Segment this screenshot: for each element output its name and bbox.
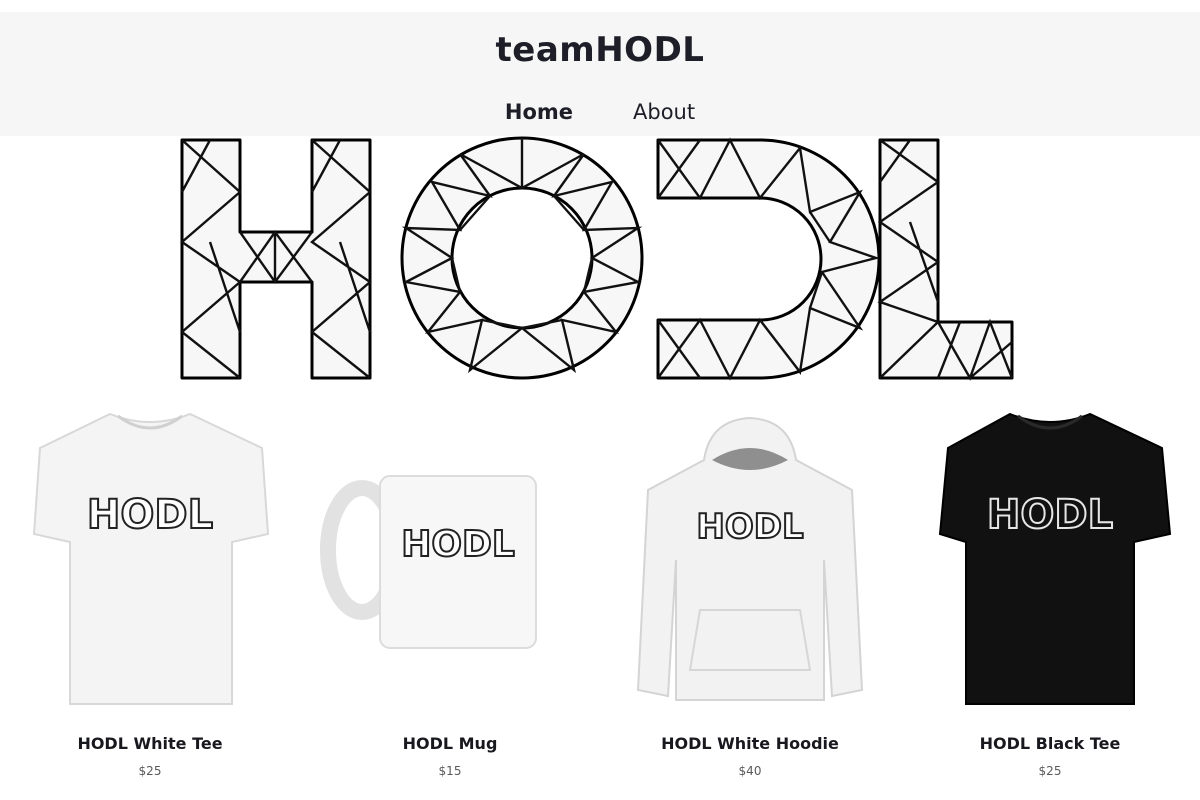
- product-name[interactable]: HODL Black Tee: [900, 734, 1200, 753]
- hero-letter-o: [400, 136, 644, 380]
- hero-letter-l: [877, 138, 1014, 381]
- product-print: HODL: [401, 524, 515, 565]
- product-image-mug[interactable]: HODL: [300, 400, 600, 712]
- product-name[interactable]: HODL Mug: [300, 734, 600, 753]
- hero-letter-h: [180, 138, 372, 380]
- site-header: teamHODL Home About: [0, 12, 1200, 136]
- product-price: $15: [438, 764, 462, 778]
- nav-home-link[interactable]: Home: [505, 100, 573, 124]
- product-card-white-tee[interactable]: HODL HODL White Tee $25: [0, 400, 300, 800]
- product-image-white-hoodie[interactable]: HODL: [600, 400, 900, 712]
- product-print: HODL: [696, 507, 803, 547]
- product-price: $40: [738, 764, 762, 778]
- product-price: $25: [1038, 764, 1062, 778]
- main-nav: Home About: [0, 100, 1200, 124]
- product-grid: HODL HODL White Tee $25 HODL HODL Mug $1…: [0, 400, 1200, 800]
- nav-about-link[interactable]: About: [633, 100, 695, 124]
- product-image-white-tee[interactable]: HODL: [0, 400, 300, 712]
- hodl-hero-logo: [180, 136, 1014, 381]
- product-name[interactable]: HODL White Hoodie: [600, 734, 900, 753]
- product-price: $25: [138, 764, 162, 778]
- product-card-white-hoodie[interactable]: HODL HODL White Hoodie $40: [600, 400, 900, 800]
- hero-letter-d: [656, 137, 881, 381]
- product-print: HODL: [87, 492, 213, 538]
- site-title[interactable]: teamHODL: [0, 30, 1200, 70]
- product-print: HODL: [987, 492, 1113, 538]
- product-name[interactable]: HODL White Tee: [0, 734, 300, 753]
- product-image-black-tee[interactable]: HODL: [900, 400, 1200, 712]
- product-card-mug[interactable]: HODL HODL Mug $15: [300, 400, 600, 800]
- product-card-black-tee[interactable]: HODL HODL Black Tee $25: [900, 400, 1200, 800]
